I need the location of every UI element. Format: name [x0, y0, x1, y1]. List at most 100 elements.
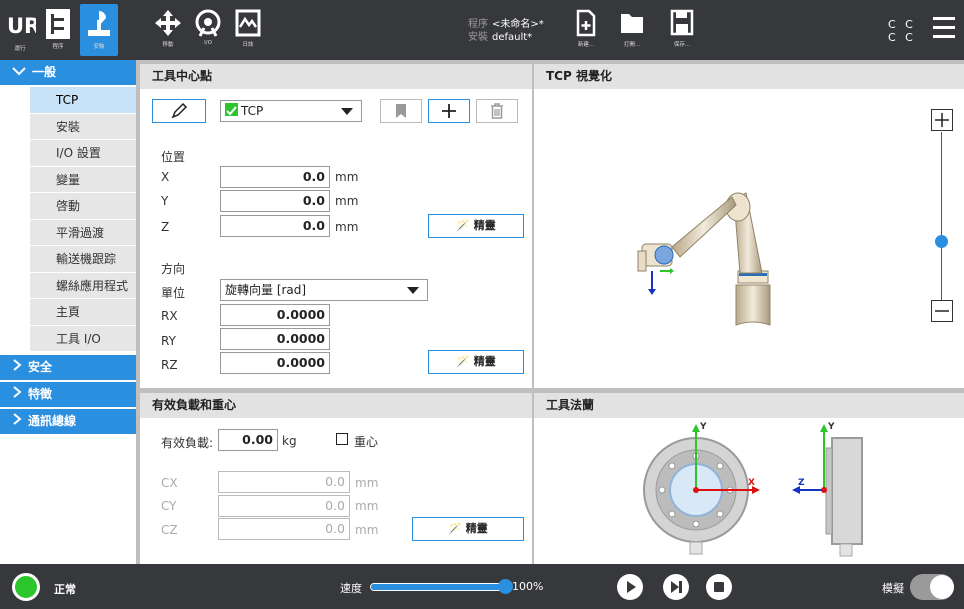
z-unit: mm: [335, 220, 359, 234]
sidebar-section-features[interactable]: 特徵: [0, 382, 136, 407]
stop-button[interactable]: [706, 574, 732, 600]
set-default-button[interactable]: [380, 99, 422, 123]
log-tab-label: 日誌: [242, 42, 254, 48]
y-field[interactable]: 0.0: [220, 190, 330, 212]
x-unit: mm: [335, 170, 359, 184]
installation-tab[interactable]: 安裝: [80, 4, 118, 56]
sidebar-item-io-setup[interactable]: I/O 設置: [30, 140, 136, 167]
rz-label: RZ: [161, 358, 178, 372]
z-field[interactable]: 0.0: [220, 215, 330, 237]
step-button[interactable]: [663, 574, 689, 600]
stop-icon: [714, 582, 724, 592]
position-wizard-button[interactable]: 🪄 精靈: [428, 214, 524, 238]
program-name: <未命名>*: [492, 19, 544, 30]
tcp-panel: 工具中心點 TCP 位置 X 0.0 mm Y 0.0 mm Z 0.0 mm …: [140, 64, 532, 388]
position-label: 位置: [161, 150, 186, 164]
magic-wand-icon: 🪄: [448, 522, 462, 535]
save-label: 保存...: [673, 42, 691, 48]
flange-x-axis-label: X: [748, 478, 755, 488]
top-bar: UR 運行 程序 安裝 移動 I/O 日誌 程序 <未命名>* 安裝 defau…: [0, 0, 964, 60]
open-button[interactable]: 打開...: [614, 4, 650, 56]
sidebar-item-screwdriving[interactable]: 螺絲應用程式: [30, 272, 136, 299]
program-tab[interactable]: 程序: [40, 4, 76, 56]
sidebar-section-fieldbus[interactable]: 通訊總線: [0, 409, 136, 434]
sidebar-section-general[interactable]: 一般: [0, 60, 136, 85]
speed-label: 速度: [340, 582, 362, 595]
rz-field[interactable]: 0.0000: [220, 352, 330, 374]
cx-label: CX: [161, 476, 178, 490]
tool-flange-panel: 工具法蘭 Y X Y Z: [534, 393, 964, 564]
cog-label: 重心: [354, 435, 379, 449]
ry-field[interactable]: 0.0000: [220, 328, 330, 350]
plus-icon: [442, 104, 456, 118]
delete-tcp-button[interactable]: [476, 99, 518, 123]
dropdown-arrow-icon: [407, 287, 419, 294]
orientation-label: 方向: [161, 262, 186, 276]
pencil-icon: [171, 102, 188, 119]
sidebar-item-smooth-transition[interactable]: 平滑過渡: [30, 219, 136, 246]
save-icon: [670, 9, 694, 36]
payload-panel: 有效負載和重心 有效負載: 0.00 kg 重心 CX 0.0 mm CY 0.…: [140, 393, 532, 564]
magic-wand-icon: 🪄: [456, 219, 470, 232]
payload-wizard-button[interactable]: 🪄 精靈: [412, 517, 524, 541]
magic-wand-icon: 🪄: [456, 355, 470, 368]
chevron-right-icon: [12, 409, 22, 434]
x-field[interactable]: 0.0: [220, 166, 330, 188]
speed-slider-track[interactable]: [370, 583, 506, 591]
play-button[interactable]: [617, 574, 643, 600]
payload-label: 有效負載:: [161, 436, 214, 450]
log-tab[interactable]: 日誌: [230, 4, 266, 56]
tcp-select[interactable]: TCP: [220, 100, 362, 122]
wizard-label: 精靈: [473, 219, 496, 232]
save-button[interactable]: 保存...: [664, 4, 700, 56]
y-unit: mm: [335, 194, 359, 208]
sidebar-item-home[interactable]: 主頁: [30, 299, 136, 326]
zoom-in-button[interactable]: [931, 109, 953, 131]
bottom-bar: 正常 速度 100% 模擬: [0, 564, 964, 609]
sidebar-item-startup[interactable]: 啓動: [30, 193, 136, 220]
program-tab-label: 程序: [52, 44, 64, 50]
tcp-visualization-panel: TCP 視覺化: [534, 64, 964, 388]
sidebar-item-conveyor-tracking[interactable]: 輸送機跟踪: [30, 246, 136, 273]
sidebar-item-mounting[interactable]: 安裝: [30, 113, 136, 140]
simulation-toggle[interactable]: [910, 574, 954, 600]
robot-arm-3d-view[interactable]: [534, 89, 914, 379]
wizard-label: 精靈: [465, 522, 488, 535]
power-status-button[interactable]: [12, 573, 40, 601]
unit-label: 單位: [161, 286, 186, 300]
rotation-unit-select[interactable]: 旋轉向量 [rad]: [220, 279, 428, 301]
zoom-out-button[interactable]: [931, 300, 953, 322]
sidebar-item-tcp[interactable]: TCP: [30, 87, 136, 114]
rx-field[interactable]: 0.0000: [220, 304, 330, 326]
menu-icon[interactable]: [933, 17, 955, 44]
zoom-track[interactable]: [941, 132, 942, 300]
cc-row-2: C C: [888, 31, 916, 44]
tcp-select-value: TCP: [241, 104, 264, 118]
log-icon: [235, 9, 261, 37]
side-z-axis-label: Z: [798, 478, 805, 488]
sidebar-section-safety[interactable]: 安全: [0, 355, 136, 380]
add-tcp-button[interactable]: [428, 99, 470, 123]
payload-field[interactable]: 0.00: [218, 429, 278, 451]
rx-label: RX: [161, 309, 178, 323]
sidebar-section-label: 一般: [32, 65, 57, 79]
move-tab[interactable]: 移動: [150, 4, 186, 56]
new-button[interactable]: 新建...: [568, 4, 604, 56]
edit-tcp-button[interactable]: [152, 99, 206, 123]
io-tab[interactable]: I/O: [190, 4, 226, 56]
cy-field: 0.0: [218, 495, 350, 517]
control-indicator: C C C C: [888, 18, 916, 44]
plus-icon: [935, 113, 949, 127]
speed-slider-fill: [371, 584, 505, 590]
orientation-wizard-button[interactable]: 🪄 精靈: [428, 350, 524, 374]
speed-slider-handle[interactable]: [498, 579, 513, 594]
zoom-slider-handle[interactable]: [935, 235, 948, 249]
dropdown-arrow-icon: [341, 108, 353, 115]
sidebar-item-variables[interactable]: 變量: [30, 166, 136, 193]
run-tab[interactable]: 運行: [2, 4, 38, 56]
io-tab-label: I/O: [204, 40, 212, 46]
cog-checkbox[interactable]: [336, 433, 348, 445]
sidebar-item-tool-io[interactable]: 工具 I/O: [30, 325, 136, 352]
payload-panel-title: 有效負載和重心: [140, 393, 532, 418]
new-file-icon: [576, 9, 596, 37]
